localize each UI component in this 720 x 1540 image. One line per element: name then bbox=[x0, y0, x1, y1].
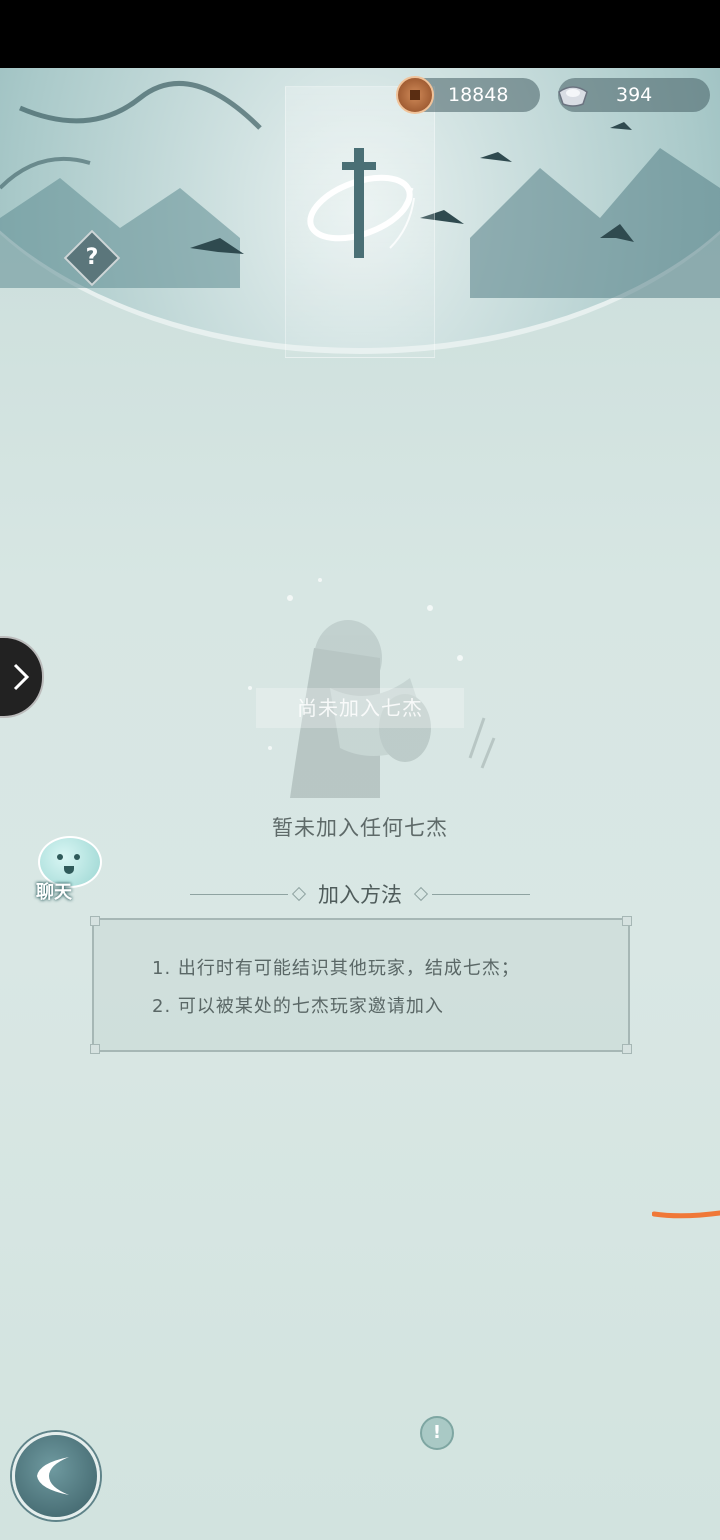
seven-heroes-screen: 18848 394 ? 尚未加入七杰 暂未加入任何七杰 聊天 加入方法 1. 出… bbox=[0, 68, 720, 1540]
silver-amount: 394 bbox=[616, 84, 653, 106]
info-icon[interactable]: ! bbox=[420, 1416, 454, 1450]
copper-amount: 18848 bbox=[448, 84, 509, 106]
corner-ornament bbox=[90, 1044, 100, 1054]
join-methods-header: 加入方法 bbox=[190, 878, 530, 910]
divider bbox=[432, 893, 530, 895]
back-arrow-icon bbox=[37, 1457, 69, 1495]
chat-label: 聊天 bbox=[36, 882, 72, 903]
join-methods-title: 加入方法 bbox=[318, 883, 402, 907]
back-button[interactable] bbox=[12, 1432, 100, 1520]
divider bbox=[190, 893, 288, 895]
side-panel-toggle[interactable] bbox=[0, 636, 44, 718]
list-item: 1. 出行时有可能结识其他玩家，结成七杰； bbox=[152, 958, 520, 979]
corner-ornament bbox=[622, 916, 632, 926]
chat-button[interactable]: 聊天 bbox=[26, 836, 102, 908]
chevron-right-icon bbox=[13, 663, 30, 691]
corner-ornament bbox=[90, 916, 100, 926]
question-icon: ? bbox=[85, 245, 99, 270]
silver-ingot-icon bbox=[556, 78, 590, 112]
diamond-ornament-icon bbox=[413, 886, 429, 902]
copper-currency-display[interactable]: 18848 bbox=[396, 76, 540, 114]
system-status-bar bbox=[0, 0, 720, 68]
sword-emblem-icon bbox=[307, 148, 415, 258]
diamond-ornament-icon bbox=[291, 886, 307, 902]
join-methods-box: 1. 出行时有可能结识其他玩家，结成七杰； 2. 可以被某处的七杰玩家邀请加入 bbox=[90, 916, 632, 1054]
silver-currency-display[interactable]: 394 bbox=[558, 78, 710, 112]
not-joined-label: 尚未加入七杰 bbox=[256, 688, 464, 728]
orange-brush-mark bbox=[652, 1210, 720, 1219]
copper-coin-icon bbox=[396, 76, 434, 114]
list-item: 2. 可以被某处的七杰玩家邀请加入 bbox=[152, 996, 444, 1017]
corner-ornament bbox=[622, 1044, 632, 1054]
empty-state-message: 暂未加入任何七杰 bbox=[272, 816, 448, 840]
